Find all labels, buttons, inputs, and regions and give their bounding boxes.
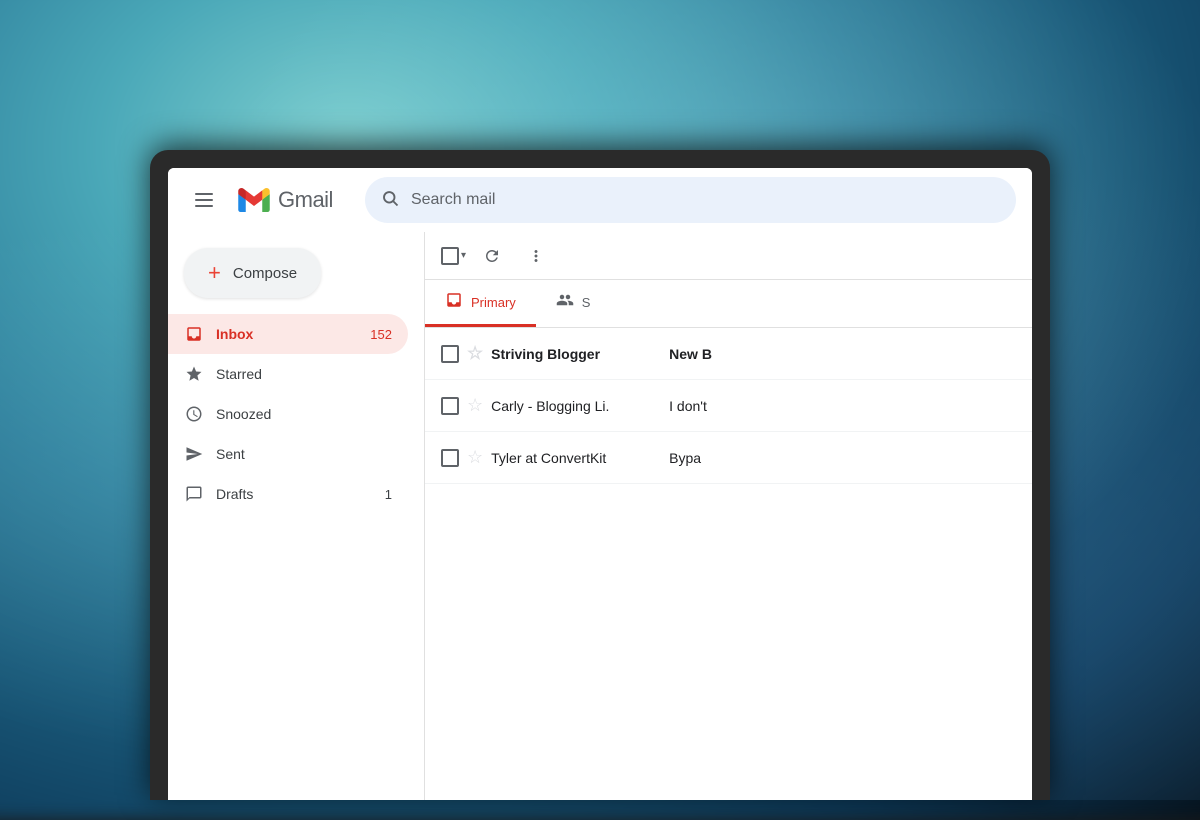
sidebar-item-drafts[interactable]: Drafts 1: [168, 474, 408, 514]
hamburger-line-2: [195, 199, 213, 201]
email-area: ▾: [424, 232, 1032, 800]
tab-primary-label: Primary: [471, 295, 516, 310]
email-sender-1: Striving Blogger: [491, 346, 661, 362]
refresh-button[interactable]: [474, 238, 510, 274]
starred-label: Starred: [216, 366, 392, 382]
search-bar[interactable]: Search mail: [365, 177, 1016, 223]
email-row[interactable]: ☆ Tyler at ConvertKit Bypa: [425, 432, 1032, 484]
compose-button[interactable]: + Compose: [184, 248, 321, 298]
inbox-label: Inbox: [216, 326, 358, 342]
email-checkbox-3[interactable]: [441, 449, 459, 467]
email-sender-2: Carly - Blogging Li.: [491, 398, 661, 414]
clock-icon: [184, 404, 204, 424]
drafts-badge: 1: [385, 487, 392, 502]
email-star-2[interactable]: ☆: [467, 395, 483, 416]
email-tabs: Primary S: [425, 280, 1032, 328]
email-checkbox-1[interactable]: [441, 345, 459, 363]
sidebar-item-starred[interactable]: Starred: [168, 354, 408, 394]
gmail-m-svg: [236, 182, 272, 218]
email-subject-1: New B: [669, 346, 1016, 362]
primary-tab-icon: [445, 291, 463, 314]
star-icon: [184, 364, 204, 384]
sidebar-item-sent[interactable]: Sent: [168, 434, 408, 474]
email-star-1[interactable]: ☆: [467, 343, 483, 364]
send-icon: [184, 444, 204, 464]
email-row[interactable]: ☆ Carly - Blogging Li. I don't: [425, 380, 1032, 432]
screen: Gmail Search mail: [168, 168, 1032, 800]
select-all-checkbox[interactable]: [441, 247, 459, 265]
compose-label: Compose: [233, 265, 297, 282]
email-sender-3: Tyler at ConvertKit: [491, 450, 661, 466]
inbox-icon: [184, 324, 204, 344]
email-list: ☆ Striving Blogger New B ☆ Carly - Blogg…: [425, 328, 1032, 800]
sidebar-item-inbox[interactable]: Inbox 152: [168, 314, 408, 354]
hamburger-menu-button[interactable]: [184, 180, 224, 220]
more-options-button[interactable]: [518, 238, 554, 274]
email-subject-3: Bypa: [669, 450, 1016, 466]
drafts-label: Drafts: [216, 486, 373, 502]
tab-social[interactable]: S: [536, 280, 611, 327]
sidebar-item-snoozed[interactable]: Snoozed: [168, 394, 408, 434]
snoozed-label: Snoozed: [216, 406, 392, 422]
sidebar: + Compose Inbox 152: [168, 232, 424, 800]
email-checkbox-2[interactable]: [441, 397, 459, 415]
sent-label: Sent: [216, 446, 392, 462]
main-content: + Compose Inbox 152: [168, 232, 1032, 800]
email-subject-2: I don't: [669, 398, 1016, 414]
top-bar: Gmail Search mail: [168, 168, 1032, 232]
gmail-wordmark: Gmail: [278, 187, 333, 213]
tab-primary[interactable]: Primary: [425, 280, 536, 327]
hamburger-line-1: [195, 193, 213, 195]
select-all-wrapper[interactable]: ▾: [441, 247, 466, 265]
inbox-badge: 152: [370, 327, 392, 342]
select-chevron-icon[interactable]: ▾: [461, 250, 466, 261]
laptop-frame: Gmail Search mail: [150, 150, 1050, 800]
search-placeholder-text: Search mail: [411, 191, 1000, 209]
gmail-app: Gmail Search mail: [168, 168, 1032, 800]
email-toolbar: ▾: [425, 232, 1032, 280]
email-row[interactable]: ☆ Striving Blogger New B: [425, 328, 1032, 380]
tab-social-label: S: [582, 295, 591, 310]
gmail-logo[interactable]: Gmail: [236, 182, 333, 218]
draft-icon: [184, 484, 204, 504]
email-star-3[interactable]: ☆: [467, 447, 483, 468]
social-tab-icon: [556, 291, 574, 314]
compose-plus-icon: +: [208, 262, 221, 284]
search-icon: [381, 189, 399, 212]
hamburger-line-3: [195, 205, 213, 207]
